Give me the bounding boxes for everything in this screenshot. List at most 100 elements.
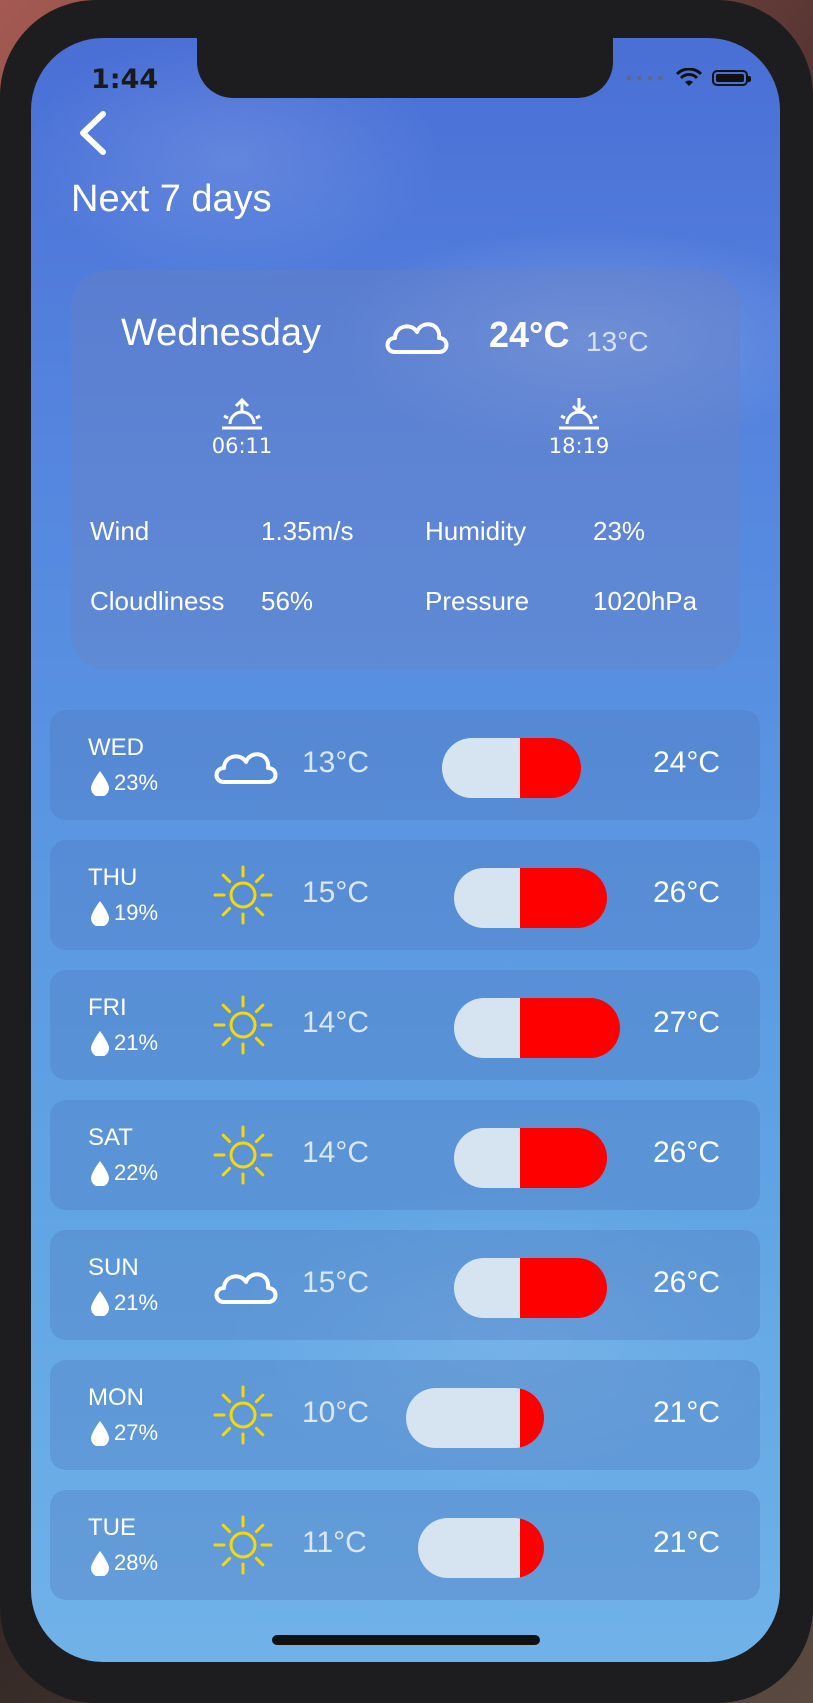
notch (197, 38, 613, 98)
forecast-precip: 27% (90, 1420, 158, 1446)
forecast-icon (210, 1122, 280, 1188)
forecast-icon (210, 992, 280, 1058)
temperature-range-bar (454, 998, 620, 1058)
status-time: 1:44 (91, 64, 159, 95)
raindrop-icon (91, 1421, 109, 1446)
sunset: 18:19 (534, 396, 624, 458)
forecast-row[interactable]: THU 19% 15°C 26°C (50, 840, 760, 950)
bar-cold-segment (406, 1388, 520, 1448)
forecast-high: 27°C (652, 1006, 720, 1039)
forecast-high: 21°C (652, 1526, 720, 1559)
forecast-low: 14°C (302, 1006, 370, 1039)
bar-cold-segment (454, 998, 520, 1058)
sun-icon (213, 995, 273, 1055)
sunrise: 06:11 (197, 396, 287, 458)
temperature-range-bar (454, 868, 607, 928)
precip-value: 22% (114, 1160, 159, 1185)
status-icons: •••• (624, 68, 751, 88)
signal-icon: •••• (624, 68, 666, 88)
bar-hot-segment (520, 1128, 607, 1188)
sun-icon (213, 1125, 273, 1185)
precip-value: 21% (114, 1030, 159, 1055)
raindrop-icon (91, 1031, 109, 1056)
raindrop-icon (91, 1291, 109, 1316)
forecast-low: 11°C (302, 1526, 367, 1559)
bar-hot-segment (520, 1388, 544, 1448)
forecast-high: 24°C (652, 746, 720, 779)
summary-day: Wednesday (121, 312, 321, 354)
forecast-day: TUE (88, 1514, 136, 1541)
raindrop-icon (91, 1161, 109, 1186)
cloud-icon (385, 322, 449, 354)
bar-cold-segment (442, 738, 520, 798)
wind-value: 1.35m/s (261, 516, 354, 546)
bar-cold-segment (454, 1128, 520, 1188)
precip-value: 19% (114, 900, 159, 925)
bar-cold-segment (454, 868, 520, 928)
sun-icon (213, 865, 273, 925)
sunrise-icon (222, 397, 262, 430)
forecast-precip: 22% (90, 1160, 158, 1186)
forecast-row[interactable]: WED 23% 13°C 24°C (50, 710, 760, 820)
temperature-range-bar (454, 1128, 607, 1188)
forecast-icon (210, 862, 280, 928)
forecast-low: 15°C (302, 1266, 370, 1299)
sunset-icon (559, 398, 599, 430)
wind-label: Wind (90, 516, 150, 546)
screen: 1:44 •••• Next 7 days Wednesday 24°C 13°… (31, 38, 780, 1662)
forecast-high: 21°C (652, 1396, 720, 1429)
forecast-precip: 23% (90, 770, 158, 796)
phone-frame: 1:44 •••• Next 7 days Wednesday 24°C 13°… (0, 0, 813, 1703)
temperature-range-bar (454, 1258, 607, 1318)
forecast-day: SAT (88, 1124, 133, 1151)
back-button[interactable] (73, 108, 113, 158)
humidity-label: Humidity (425, 516, 527, 546)
forecast-icon (210, 1382, 280, 1448)
temperature-range-bar (442, 738, 581, 798)
forecast-row[interactable]: MON 27% 10°C 21°C (50, 1360, 760, 1470)
cloudiness-label: Cloudliness (90, 586, 225, 616)
temperature-range-bar (406, 1388, 544, 1448)
forecast-low: 13°C (302, 746, 370, 779)
humidity-value: 23% (593, 516, 646, 546)
sunrise-time: 06:11 (211, 434, 273, 458)
sun-icon (213, 1515, 273, 1575)
wifi-icon (676, 68, 702, 86)
forecast-precip: 21% (90, 1290, 158, 1316)
forecast-row[interactable]: TUE 28% 11°C 21°C (50, 1490, 760, 1600)
bar-cold-segment (454, 1258, 520, 1318)
forecast-high: 26°C (652, 1266, 720, 1299)
bar-hot-segment (520, 868, 607, 928)
chevron-left-icon (80, 111, 106, 155)
forecast-high: 26°C (652, 1136, 720, 1169)
forecast-row[interactable]: SAT 22% 14°C 26°C (50, 1100, 760, 1210)
forecast-icon (210, 1252, 280, 1318)
home-indicator[interactable] (272, 1635, 540, 1645)
raindrop-icon (91, 771, 109, 796)
forecast-low: 15°C (302, 876, 370, 909)
forecast-day: MON (88, 1384, 144, 1411)
pressure-label: Pressure (425, 586, 530, 616)
sunset-time: 18:19 (548, 434, 610, 458)
forecast-day: SUN (88, 1254, 139, 1281)
forecast-icon (210, 1512, 280, 1578)
forecast-day: FRI (88, 994, 127, 1021)
forecast-low: 10°C (302, 1396, 370, 1429)
cloudiness-value: 56% (261, 586, 314, 616)
forecast-row[interactable]: FRI 21% 14°C 27°C (50, 970, 760, 1080)
cloud-icon (214, 752, 278, 784)
summary-low: 13°C (586, 326, 649, 357)
bar-hot-segment (520, 1518, 544, 1578)
cloud-icon (214, 1272, 278, 1304)
summary-high: 24°C (489, 314, 570, 355)
temperature-range-bar (418, 1518, 544, 1578)
forecast-precip: 19% (90, 900, 158, 926)
bar-hot-segment (520, 738, 581, 798)
forecast-high: 26°C (652, 876, 720, 909)
forecast-precip: 28% (90, 1550, 158, 1576)
forecast-icon (210, 732, 280, 798)
raindrop-icon (91, 901, 109, 926)
forecast-row[interactable]: SUN 21% 15°C 26°C (50, 1230, 760, 1340)
forecast-low: 14°C (302, 1136, 370, 1169)
raindrop-icon (91, 1551, 109, 1576)
